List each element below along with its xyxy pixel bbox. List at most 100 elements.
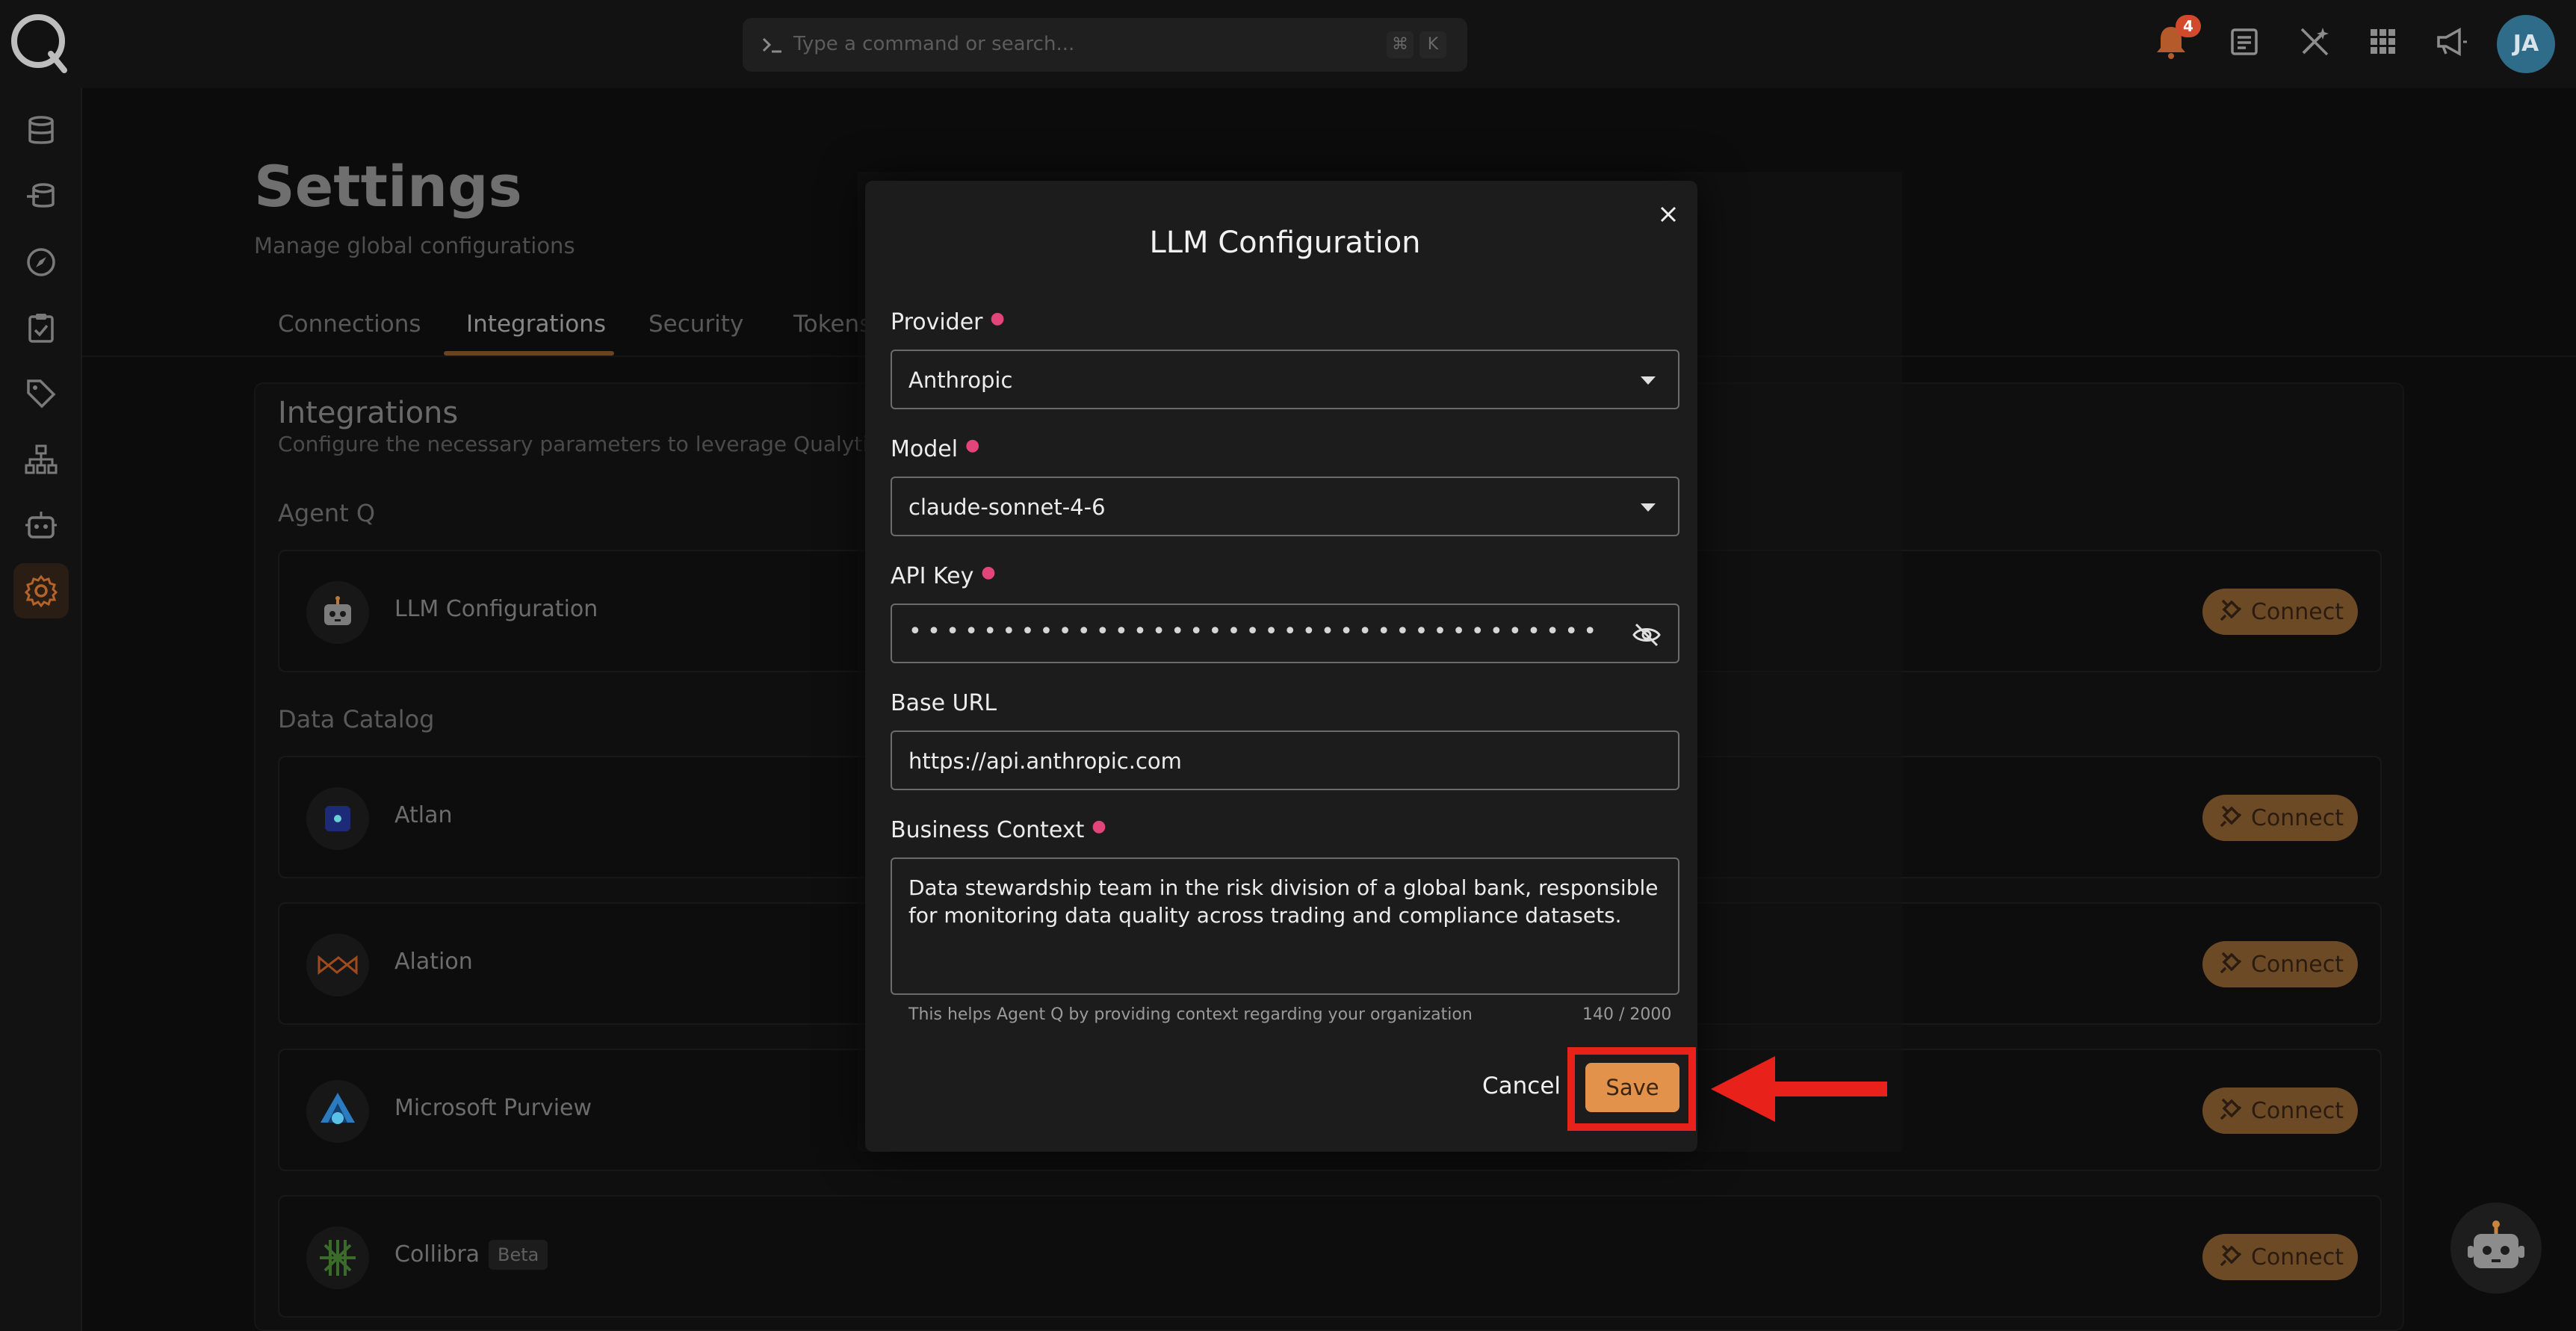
plug-icon <box>2220 599 2242 621</box>
plug-icon <box>2220 1098 2242 1120</box>
connect-button[interactable]: Connect <box>2202 795 2358 841</box>
provider-label: Provider ● <box>891 309 1005 335</box>
plug-icon <box>2220 805 2242 828</box>
chevron-down-icon <box>1641 503 1656 512</box>
integration-name: Alation <box>394 949 473 975</box>
tag-icon <box>27 379 56 409</box>
required-indicator: ● <box>1092 817 1106 836</box>
group-label-agent-q: Agent Q <box>278 499 376 527</box>
beta-badge: Beta <box>489 1240 548 1270</box>
magic-wand-button[interactable] <box>2294 21 2335 63</box>
top-bar: Type a command or search... ⌘ K 4 JA <box>0 0 2576 88</box>
connect-button[interactable]: Connect <box>2202 589 2358 635</box>
cancel-button[interactable]: Cancel <box>1482 1073 1561 1099</box>
business-context-value: Data stewardship team in the risk divisi… <box>908 875 1659 928</box>
provider-value: Anthropic <box>908 367 1013 393</box>
notification-count-badge: 4 <box>2176 15 2201 37</box>
sidebar-item-checks[interactable] <box>13 300 69 356</box>
megaphone-icon <box>2437 28 2467 56</box>
close-icon <box>1660 206 1676 223</box>
base-url-label-text: Base URL <box>891 690 997 716</box>
database-icon <box>28 116 54 144</box>
alation-logo-icon <box>306 934 369 996</box>
apps-button[interactable] <box>2362 21 2404 63</box>
sidebar-item-tags[interactable] <box>13 366 69 421</box>
sidebar-item-explore[interactable] <box>13 235 69 290</box>
sidebar <box>0 88 82 1331</box>
integration-name: Atlan <box>394 802 453 828</box>
character-counter: 140 / 2000 <box>1582 1005 1672 1024</box>
required-indicator: ● <box>981 563 996 582</box>
compass-icon <box>27 248 55 276</box>
command-search[interactable]: Type a command or search... ⌘ K <box>743 18 1467 72</box>
connect-label: Connect <box>2250 1097 2344 1124</box>
connect-label: Connect <box>2250 598 2344 625</box>
page-subtitle: Manage global configurations <box>254 233 575 258</box>
model-select[interactable]: claude-sonnet-4-6 <box>891 477 1679 536</box>
model-label-text: Model <box>891 436 959 462</box>
business-context-textarea[interactable]: Data stewardship team in the risk divisi… <box>891 857 1679 995</box>
api-key-label-text: API Key <box>891 563 974 589</box>
robot-icon <box>2468 1220 2524 1268</box>
layers-icon <box>27 183 55 208</box>
integrations-subtitle: Configure the necessary parameters to le… <box>278 432 920 456</box>
page-title: Settings <box>254 153 522 220</box>
connect-label: Connect <box>2250 804 2344 831</box>
integration-name: Microsoft Purview <box>394 1095 592 1121</box>
business-context-label: Business Context ● <box>891 817 1106 843</box>
search-placeholder: Type a command or search... <box>793 33 1075 55</box>
robot-icon <box>306 581 369 644</box>
qualytics-logo-icon[interactable] <box>7 10 72 75</box>
tab-connections[interactable]: Connections <box>278 311 421 338</box>
hierarchy-icon <box>25 444 58 474</box>
integration-name: Collibra <box>394 1241 480 1268</box>
sidebar-item-enrichment[interactable] <box>13 169 69 224</box>
base-url-label: Base URL <box>891 690 997 716</box>
connect-button[interactable]: Connect <box>2202 1088 2358 1134</box>
connect-button[interactable]: Connect <box>2202 1234 2358 1280</box>
group-label-data-catalog: Data Catalog <box>278 705 435 733</box>
sidebar-item-lineage[interactable] <box>13 432 69 487</box>
business-context-label-text: Business Context <box>891 817 1085 843</box>
integration-name: LLM Configuration <box>394 596 598 622</box>
user-avatar[interactable]: JA <box>2497 15 2555 73</box>
atlan-logo-icon <box>306 787 369 850</box>
connect-label: Connect <box>2250 1244 2344 1270</box>
required-indicator: ● <box>965 436 980 455</box>
connect-button[interactable]: Connect <box>2202 941 2358 987</box>
robot-icon <box>25 512 57 539</box>
magic-wand-off-icon <box>2300 28 2329 56</box>
chevron-down-icon <box>1641 376 1656 385</box>
provider-select[interactable]: Anthropic <box>891 350 1679 409</box>
command-key: ⌘ <box>1387 31 1414 58</box>
model-label: Model ● <box>891 436 979 462</box>
model-value: claude-sonnet-4-6 <box>908 494 1106 520</box>
purview-logo-icon <box>306 1080 369 1143</box>
api-key-masked-value: ••••••••••••••••••••••••••••••••••••••••… <box>908 618 1603 645</box>
save-highlight-box <box>1567 1047 1696 1131</box>
agent-chat-button[interactable] <box>2450 1203 2542 1294</box>
api-key-label: API Key ● <box>891 563 996 589</box>
sidebar-item-settings[interactable] <box>13 563 69 618</box>
sidebar-item-datastores[interactable] <box>13 103 69 158</box>
pointer-arrow-icon <box>1711 1056 1887 1122</box>
clipboard-check-icon <box>28 314 54 343</box>
base-url-input[interactable]: https://api.anthropic.com <box>891 730 1679 790</box>
eye-off-icon[interactable] <box>1632 620 1662 650</box>
sidebar-item-agent[interactable] <box>13 497 69 553</box>
tab-security[interactable]: Security <box>648 311 743 338</box>
business-context-helper: This helps Agent Q by providing context … <box>908 1005 1473 1024</box>
document-icon <box>2231 28 2258 55</box>
base-url-value: https://api.anthropic.com <box>908 748 1182 774</box>
terminal-icon <box>762 37 781 53</box>
plug-icon <box>2220 1244 2242 1267</box>
required-indicator: ● <box>990 309 1005 328</box>
docs-button[interactable] <box>2223 21 2265 63</box>
tab-integrations[interactable]: Integrations <box>466 311 606 338</box>
gear-icon <box>25 574 58 607</box>
announcements-button[interactable] <box>2431 21 2473 63</box>
api-key-input[interactable]: ••••••••••••••••••••••••••••••••••••••••… <box>891 604 1679 663</box>
grid-icon <box>2371 29 2395 54</box>
collibra-logo-icon <box>306 1226 369 1289</box>
plug-icon <box>2220 952 2242 974</box>
